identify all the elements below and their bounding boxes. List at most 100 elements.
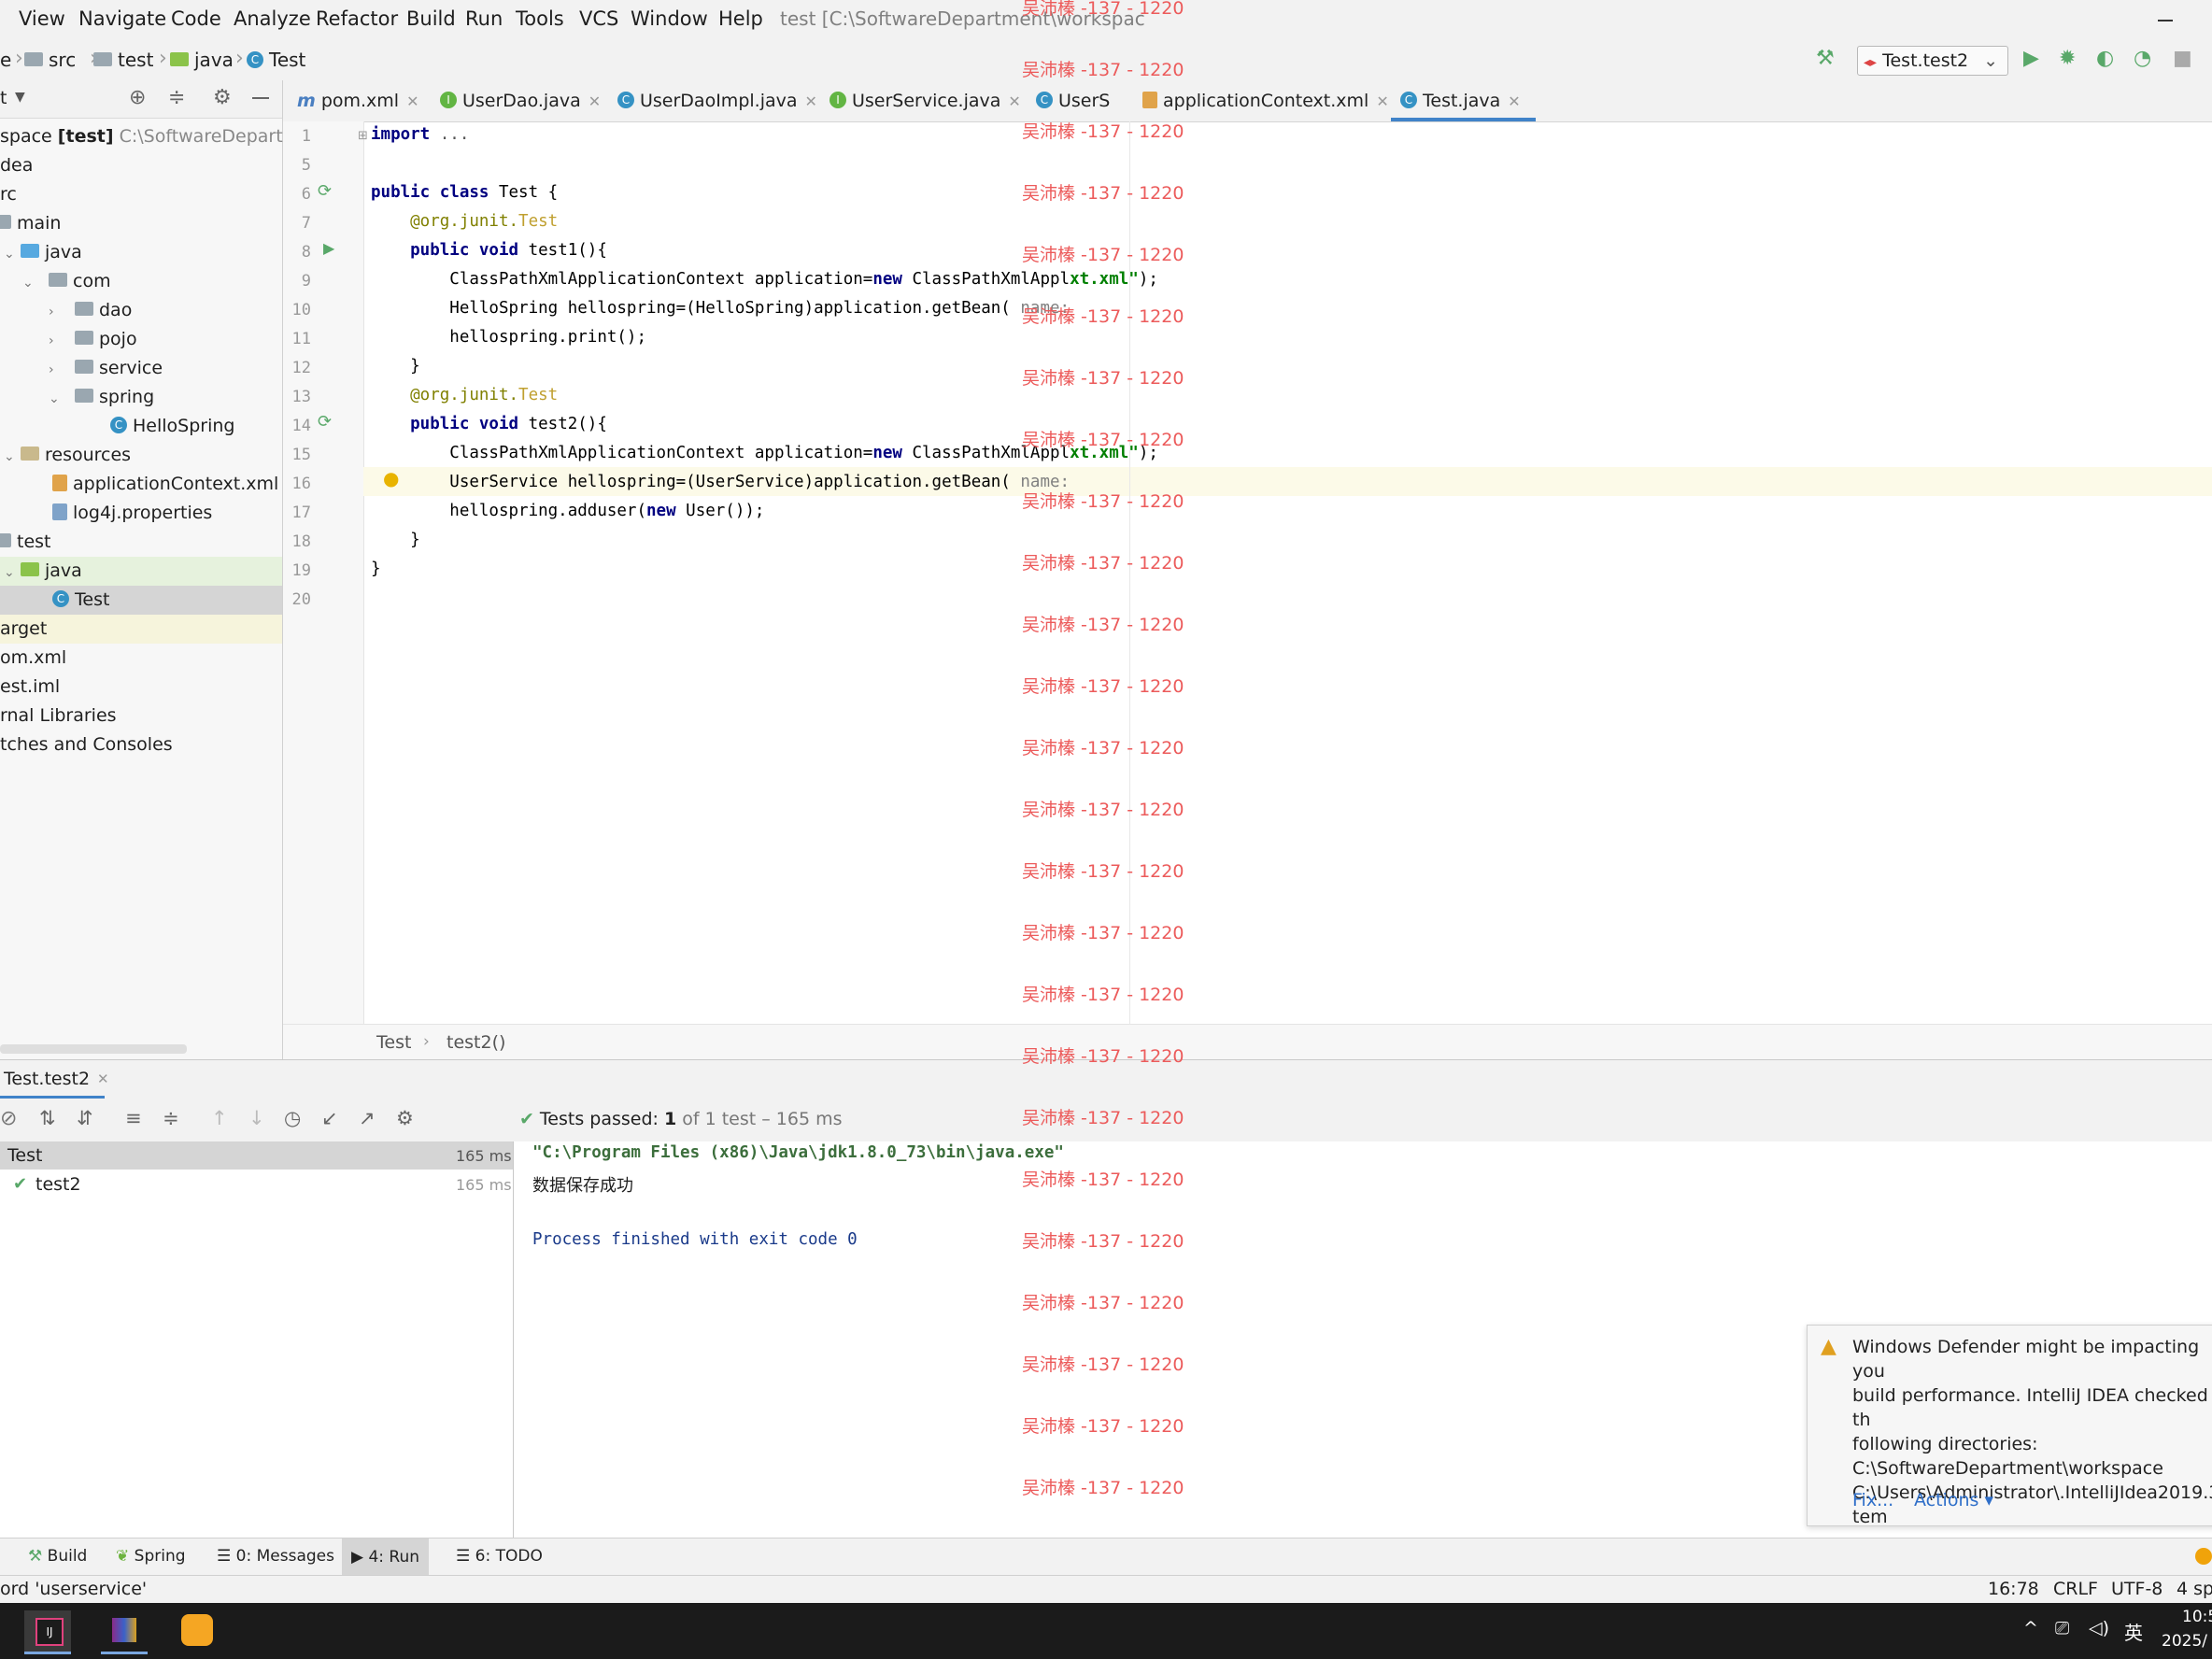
project-view-label[interactable]: t <box>0 88 7 108</box>
tree-item-scratches[interactable]: tches and Consoles <box>0 730 282 759</box>
code-line-7[interactable]: @org.junit.Test <box>371 212 558 231</box>
close-icon[interactable]: ✕ <box>1008 92 1020 110</box>
code-line-6[interactable]: public class Test { <box>371 183 558 202</box>
export-icon[interactable]: ↗ <box>359 1107 376 1129</box>
tree-item-log4j[interactable]: log4j.properties <box>0 499 282 528</box>
tree-item-workspace[interactable]: space [test] C:\SoftwareDepartm <box>0 122 300 151</box>
menu-view[interactable]: View <box>19 7 65 30</box>
tool-messages[interactable]: ☰ 0: Messages <box>217 1547 334 1566</box>
breadcrumb-test-class[interactable]: C Test <box>247 49 305 71</box>
chevron-down-icon[interactable]: ▼ <box>15 90 25 105</box>
clock-time[interactable]: 10:5 <box>2182 1608 2212 1626</box>
code-line-17[interactable]: hellospring.adduser(new User()); <box>371 502 764 520</box>
tool-run[interactable]: ▶ 4: Run <box>342 1538 430 1576</box>
horizontal-scrollbar[interactable] <box>0 1044 187 1054</box>
tree-item-test-class[interactable]: C Test <box>0 586 282 615</box>
code-line-8[interactable]: public void test1(){ <box>371 241 607 260</box>
coverage-icon[interactable]: ◐ <box>2096 47 2114 70</box>
run-test-class-icon[interactable]: ⟳ <box>318 181 332 201</box>
tree-item-hellospring[interactable]: C HelloSpring <box>0 412 282 441</box>
code-line-1[interactable]: import ... <box>371 125 469 144</box>
fix-link[interactable]: Fix... <box>1852 1490 1893 1510</box>
tree-item-pojo[interactable]: › pojo <box>0 325 282 354</box>
import-icon[interactable]: ↙ <box>321 1107 338 1129</box>
tree-item-applicationcontext[interactable]: applicationContext.xml <box>0 470 282 499</box>
tree-item-target[interactable]: arget <box>0 615 282 644</box>
close-icon[interactable]: ✕ <box>1376 92 1388 110</box>
stop-icon[interactable]: ■ <box>2173 47 2192 70</box>
caret-position[interactable]: 16:78 <box>1988 1579 2039 1599</box>
sort-duration-icon[interactable]: ⇵ <box>77 1107 93 1129</box>
close-icon[interactable]: ✕ <box>588 92 601 110</box>
menu-navigate[interactable]: Navigate <box>78 7 166 30</box>
run-test-icon-2[interactable]: ⟳ <box>318 412 332 432</box>
run-configuration-select[interactable]: ◂▸ Test.test2 ⌄ <box>1857 46 2008 76</box>
tree-item-external-libraries[interactable]: rnal Libraries <box>0 702 282 730</box>
locate-icon[interactable]: ⊕ <box>129 86 146 109</box>
tree-item-com[interactable]: ⌄ com <box>0 267 282 296</box>
arrow-up-icon[interactable]: ↑ <box>211 1107 228 1129</box>
network-icon[interactable]: ⎚ <box>2055 1618 2069 1638</box>
breadcrumb-root[interactable]: e <box>0 49 11 71</box>
run-tab-label[interactable]: Test.test2 <box>4 1069 90 1089</box>
tab-userdao[interactable]: I UserDao.java ✕ <box>440 80 601 121</box>
tree-item-pom[interactable]: om.xml <box>0 644 282 673</box>
code-line-12[interactable]: } <box>371 357 420 376</box>
gear-icon[interactable]: ⚙ <box>396 1107 414 1129</box>
sort-alpha-icon[interactable]: ⇅ <box>39 1107 56 1129</box>
tree-item-main[interactable]: main <box>0 209 282 238</box>
code-line-10[interactable]: HelloSpring hellospring=(HelloSpring)app… <box>371 299 1070 318</box>
intellij-taskbar-button[interactable]: IJ <box>24 1610 71 1654</box>
close-icon[interactable]: ✕ <box>97 1071 109 1087</box>
menu-analyze[interactable]: Analyze <box>234 7 311 30</box>
menu-help[interactable]: Help <box>718 7 763 30</box>
expand-all-icon[interactable]: ≡ <box>125 1107 142 1129</box>
collapse-all-icon[interactable]: ≑ <box>168 86 185 109</box>
tree-item-main-java[interactable]: ⌄ java <box>0 238 282 267</box>
tray-chevron-up-icon[interactable]: ^ <box>2023 1618 2038 1638</box>
tree-item-src[interactable]: rc <box>0 180 282 209</box>
run-test-icon[interactable]: ▶ <box>323 239 334 257</box>
tool-build[interactable]: ⚒ Build <box>28 1547 87 1566</box>
tool-spring[interactable]: ❦ Spring <box>116 1547 186 1566</box>
tree-item-dao[interactable]: › dao <box>0 296 282 325</box>
indent-setting[interactable]: 4 sp <box>2177 1579 2212 1599</box>
clock-date[interactable]: 2025/ <box>2162 1632 2207 1651</box>
breadcrumb-class[interactable]: Test <box>376 1032 411 1053</box>
tree-item-idea[interactable]: dea <box>0 151 282 180</box>
tree-item-service[interactable]: › service <box>0 354 282 383</box>
debug-icon[interactable]: ✹ <box>2059 47 2076 70</box>
breadcrumb-test[interactable]: test <box>93 49 153 71</box>
stop-circle-icon[interactable]: ⊘ <box>0 1107 17 1130</box>
event-log-icon[interactable] <box>2195 1548 2212 1565</box>
tree-item-resources[interactable]: ⌄ resources <box>0 441 282 470</box>
menu-code[interactable]: Code <box>171 7 221 30</box>
app-taskbar-button[interactable] <box>174 1610 220 1652</box>
tree-item-test[interactable]: test <box>0 528 282 557</box>
menu-refactor[interactable]: Refactor <box>316 7 398 30</box>
menu-build[interactable]: Build <box>406 7 456 30</box>
run-icon[interactable]: ▶ <box>2023 47 2039 70</box>
minimize-icon[interactable] <box>2158 20 2173 21</box>
code-line-18[interactable]: } <box>371 531 420 549</box>
line-separator[interactable]: CRLF <box>2053 1579 2098 1599</box>
tree-item-test-java[interactable]: ⌄ java <box>0 557 282 586</box>
tree-item-test-iml[interactable]: est.iml <box>0 673 282 702</box>
history-icon[interactable]: ◷ <box>284 1107 301 1129</box>
code-line-13[interactable]: @org.junit.Test <box>371 386 558 404</box>
tab-pom-xml[interactable]: m pom.xml ✕ <box>297 80 418 121</box>
test-tree-row-selected[interactable]: Test 165 ms <box>0 1141 513 1170</box>
tab-userserviceimpl[interactable]: C UserS <box>1036 80 1122 121</box>
ime-indicator[interactable]: 英 <box>2124 1618 2143 1645</box>
actions-link[interactable]: Actions ▾ <box>1914 1490 1993 1510</box>
tab-test-java[interactable]: C Test.java ✕ <box>1391 80 1536 121</box>
profile-icon[interactable]: ◔ <box>2134 47 2151 70</box>
code-line-16[interactable]: UserService hellospring=(UserService)app… <box>371 473 1070 491</box>
code-line-9[interactable]: ClassPathXmlApplicationContext applicati… <box>371 270 1158 289</box>
menu-vcs[interactable]: VCS <box>579 7 618 30</box>
code-line-14[interactable]: public void test2(){ <box>371 415 607 433</box>
tool-todo[interactable]: ☰ 6: TODO <box>456 1547 543 1566</box>
arrow-down-icon[interactable]: ↓ <box>248 1107 265 1129</box>
collapse-all-icon[interactable]: ≑ <box>163 1107 179 1129</box>
code-line-11[interactable]: hellospring.print(); <box>371 328 646 347</box>
